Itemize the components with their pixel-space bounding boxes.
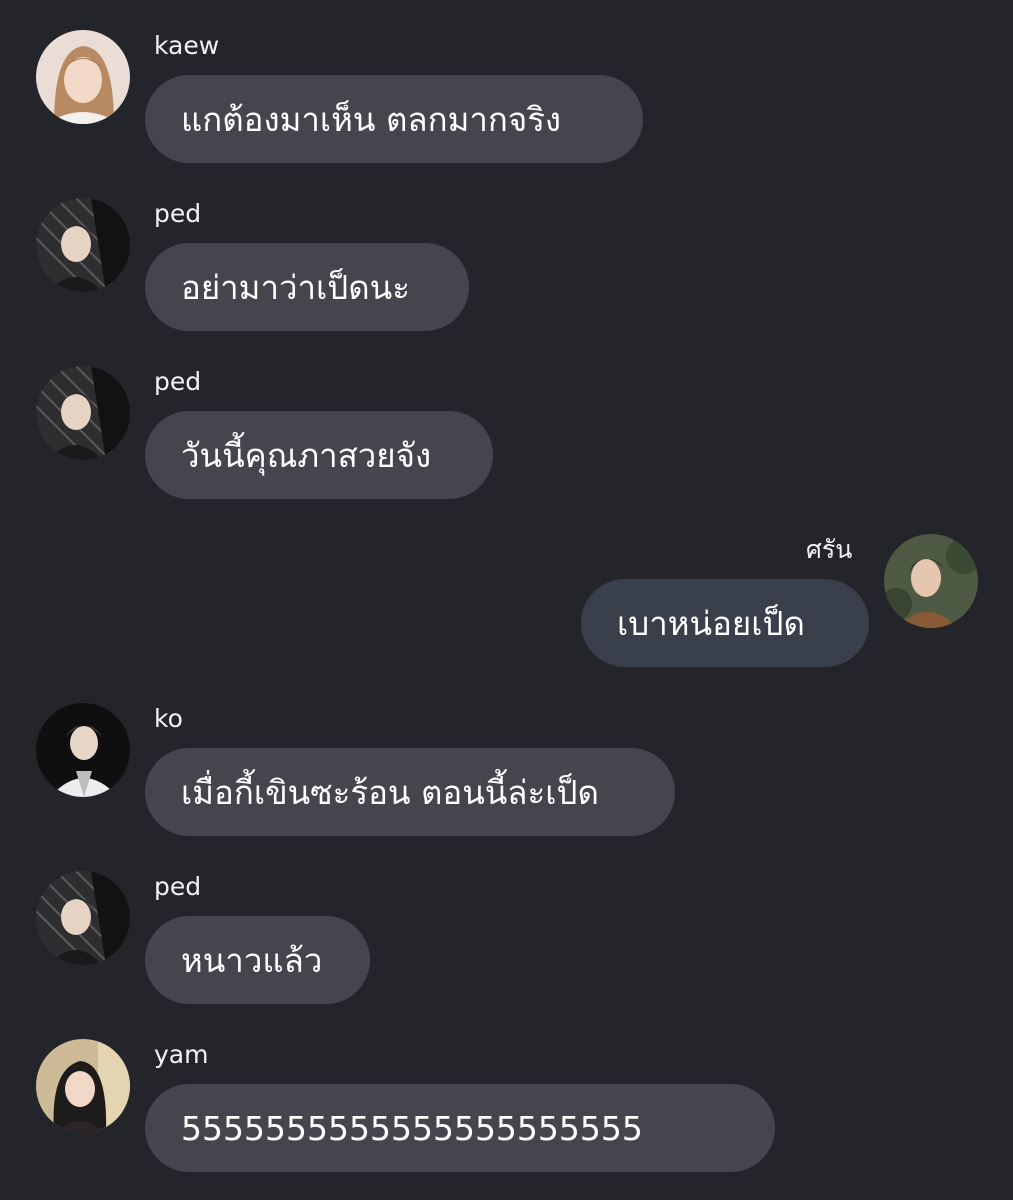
avatar-yam[interactable] [36, 1039, 130, 1133]
avatar-saran[interactable] [884, 534, 978, 628]
message-text: วันนี้คุณภาสวยจัง [181, 435, 432, 475]
message-bubble[interactable]: อย่ามาว่าเป็ดนะ [145, 243, 469, 331]
sender-name: ped [154, 367, 202, 396]
user-avatar-icon [36, 366, 130, 460]
avatar-ped[interactable] [36, 198, 130, 292]
message-text: หนาวแล้ว [181, 940, 323, 980]
message-bubble[interactable]: หนาวแล้ว [145, 916, 370, 1004]
message-bubble[interactable]: วันนี้คุณภาสวยจัง [145, 411, 493, 499]
message-text: เมื่อกี้เขินซะร้อน ตอนนี้ล่ะเป็ด [181, 772, 599, 812]
sender-name: ศรัน [806, 535, 853, 564]
avatar-ko[interactable] [36, 703, 130, 797]
sender-name: ped [154, 199, 202, 228]
user-avatar-icon [884, 534, 978, 628]
user-avatar-icon [36, 30, 130, 124]
avatar-ped[interactable] [36, 366, 130, 460]
message-bubble[interactable]: เมื่อกี้เขินซะร้อน ตอนนี้ล่ะเป็ด [145, 748, 675, 836]
message-bubble[interactable]: แกต้องมาเห็น ตลกมากจริง [145, 75, 643, 163]
sender-name: ko [154, 704, 183, 733]
message-bubble[interactable]: เบาหน่อยเป็ด [581, 579, 869, 667]
user-avatar-icon [36, 1039, 130, 1133]
user-avatar-icon [36, 703, 130, 797]
sender-name: yam [154, 1040, 209, 1069]
message-text: 5555555555555555555555 [181, 1108, 643, 1148]
sender-name: kaew [154, 31, 220, 60]
message-bubble[interactable]: 5555555555555555555555 [145, 1084, 775, 1172]
message-text: แกต้องมาเห็น ตลกมากจริง [181, 99, 562, 139]
avatar-ped[interactable] [36, 871, 130, 965]
message-text: อย่ามาว่าเป็ดนะ [181, 267, 410, 307]
chat-screen: { "theme": { "background": "#24252b", "b… [0, 0, 1013, 1200]
user-avatar-icon [36, 871, 130, 965]
sender-name: ped [154, 872, 202, 901]
message-text: เบาหน่อยเป็ด [617, 603, 805, 643]
avatar-kaew[interactable] [36, 30, 130, 124]
user-avatar-icon [36, 198, 130, 292]
